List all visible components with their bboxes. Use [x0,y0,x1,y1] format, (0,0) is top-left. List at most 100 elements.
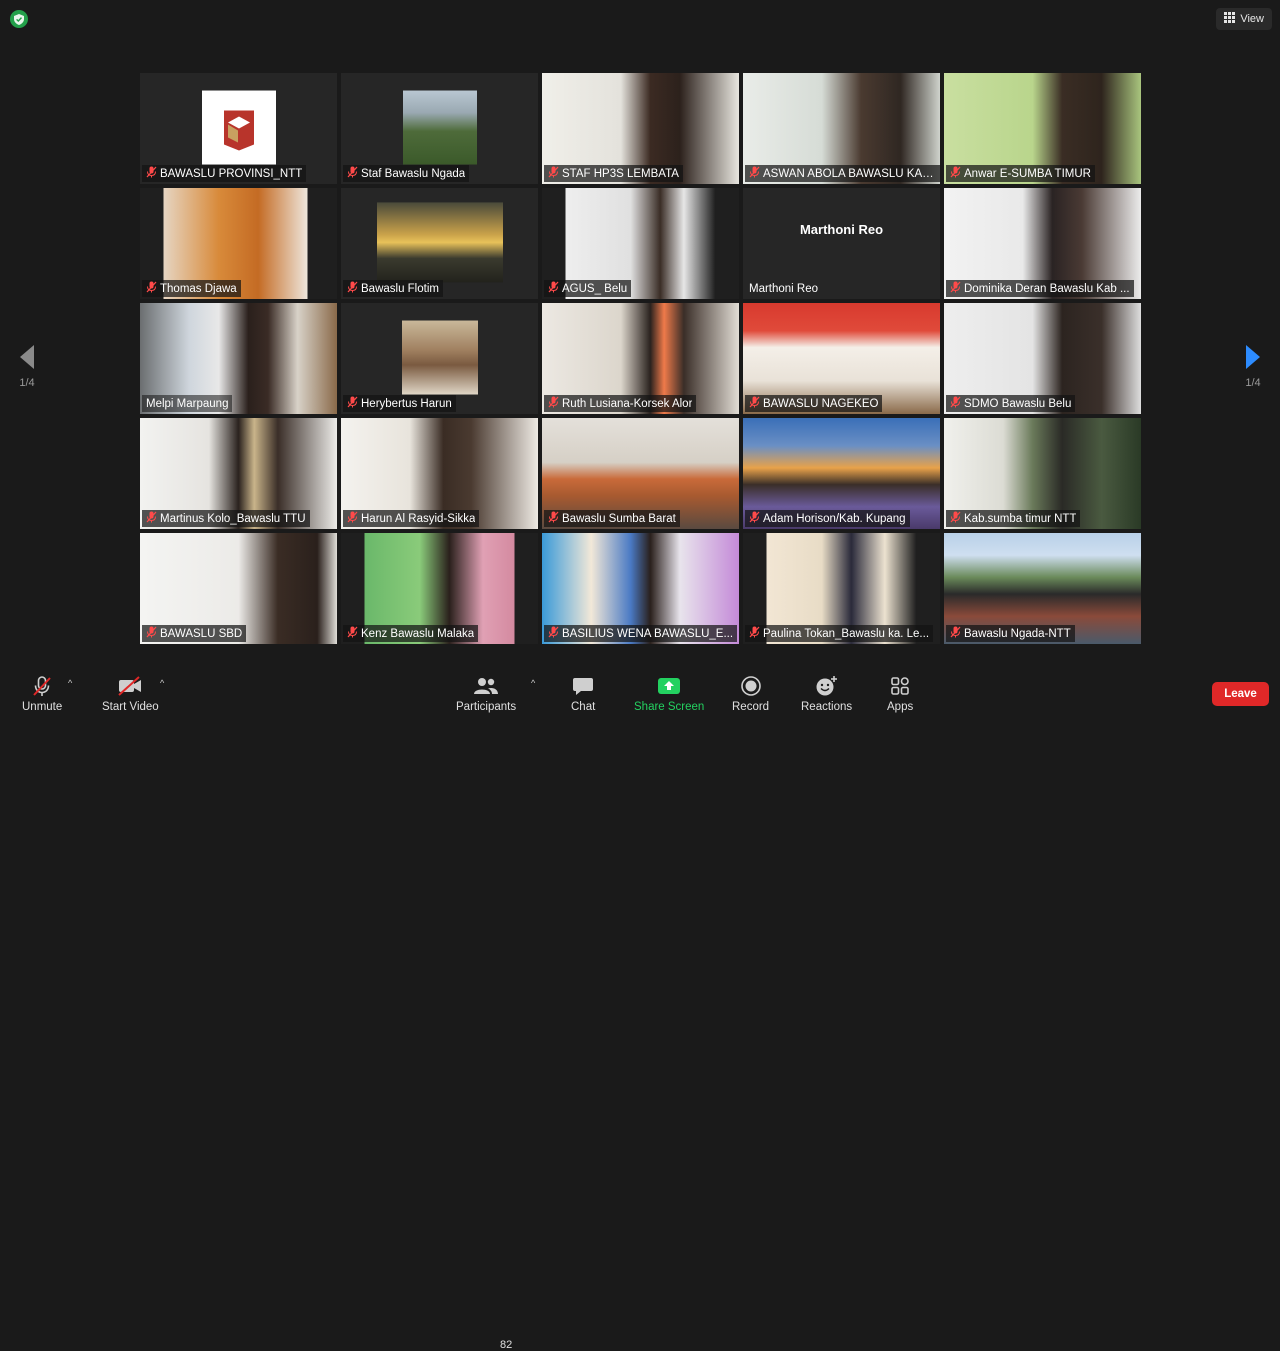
participant-name-label: ASWAN ABOLA BAWASLU KAB... [745,165,940,182]
record-button[interactable]: Record [732,674,769,713]
participant-name-label: AGUS_ Belu [544,280,632,297]
participant-name-label: SDMO Bawaslu Belu [946,395,1076,412]
participant-tile[interactable]: Anwar E-SUMBA TIMUR [944,73,1141,184]
page-indicator-left: 1/4 [19,377,35,389]
start-video-button[interactable]: Start Video [102,674,159,713]
muted-mic-icon [548,396,559,411]
participant-name-label: Herybertus Harun [343,395,456,412]
share-screen-icon [657,674,681,698]
muted-mic-icon [347,511,358,526]
participant-tile[interactable]: Paulina Tokan_Bawaslu ka. Le... [743,533,940,644]
participant-tile[interactable]: Bawaslu Sumba Barat [542,418,739,529]
muted-mic-icon [749,626,760,641]
participant-name-label: Ruth Lusiana-Korsek Alor [544,395,697,412]
muted-mic-icon [950,281,961,296]
muted-mic-icon [749,166,760,181]
muted-mic-icon [548,511,559,526]
participant-name-label: Harun Al Rasyid-Sikka [343,510,480,527]
leave-button[interactable]: Leave [1212,682,1269,706]
participant-name-label: BAWASLU SBD [142,625,247,642]
unmute-button[interactable]: Unmute [22,674,62,713]
participant-name-label: Martinus Kolo_Bawaslu TTU [142,510,310,527]
unmute-label: Unmute [22,701,63,713]
profile-picture [402,90,477,165]
audio-options-caret-icon[interactable]: ^ [68,678,72,688]
chat-bubble-icon [572,674,594,698]
muted-mic-icon [347,396,358,411]
participant-tile-active-speaker[interactable]: Melpi Marpaung [140,303,337,414]
participant-tile[interactable]: BAWASLU PROVINSI_NTT [140,73,337,184]
participant-tile[interactable]: ASWAN ABOLA BAWASLU KAB... [743,73,940,184]
muted-mic-icon [347,626,358,641]
reactions-button[interactable]: Reactions [801,674,852,713]
muted-mic-icon [548,626,559,641]
previous-page-button[interactable]: 1/4 [12,345,42,389]
apps-icon [889,674,911,698]
participant-tile[interactable]: Adam Horison/Kab. Kupang [743,418,940,529]
participant-name-label: Bawaslu Flotim [343,280,443,297]
next-page-button[interactable]: 1/4 [1238,345,1268,389]
participant-tile[interactable]: BAWASLU SBD [140,533,337,644]
participant-tile[interactable]: Kenz Bawaslu Malaka [341,533,538,644]
muted-mic-icon [950,396,961,411]
participant-tile[interactable]: Bawaslu Ngada-NTT [944,533,1141,644]
participant-tile[interactable]: BAWASLU NAGEKEO [743,303,940,414]
security-shield-icon[interactable] [10,10,28,28]
muted-mic-icon [146,166,157,181]
smiley-plus-icon [815,674,839,698]
view-button[interactable]: View [1216,8,1272,30]
participant-tile[interactable]: Ruth Lusiana-Korsek Alor [542,303,739,414]
muted-mic-icon [146,626,157,641]
chevron-left-icon [20,345,34,369]
muted-mic-icon [347,281,358,296]
participants-button[interactable]: Participants [456,674,516,713]
participant-name-label: Marthoni Reo [749,282,819,295]
muted-mic-icon [548,281,559,296]
participant-name-label: Dominika Deran Bawaslu Kab ... [946,280,1134,297]
start-video-label: Start Video [102,701,159,713]
profile-picture [401,320,478,395]
record-label: Record [732,701,770,713]
participant-name-label: BASILIUS WENA BAWASLU_E... [544,625,738,642]
apps-label: Apps [887,701,914,713]
record-icon [740,674,762,698]
chevron-right-icon [1246,345,1260,369]
muted-mic-icon [950,166,961,181]
meeting-toolbar: Unmute ^ Start Video ^ Participants 82 ^… [0,662,1280,1351]
participant-display-name: Marthoni Reo [799,222,884,237]
share-screen-label: Share Screen [634,701,705,713]
participant-tile[interactable]: Harun Al Rasyid-Sikka [341,418,538,529]
page-indicator-right: 1/4 [1245,377,1261,389]
participant-tile[interactable]: Staf Bawaslu Ngada [341,73,538,184]
participant-tile[interactable]: Herybertus Harun [341,303,538,414]
muted-mic-icon [749,396,760,411]
participant-tile[interactable]: BASILIUS WENA BAWASLU_E... [542,533,739,644]
profile-picture [376,201,503,282]
participant-name-label: Bawaslu Ngada-NTT [946,625,1075,642]
participant-tile[interactable]: Dominika Deran Bawaslu Kab ... [944,188,1141,299]
muted-mic-icon [146,281,157,296]
muted-mic-icon [548,166,559,181]
gallery-grid: BAWASLU PROVINSI_NTT Staf Bawaslu Ngada … [140,73,1141,645]
video-off-icon [117,674,143,698]
muted-mic-icon [950,511,961,526]
participant-name-label: Kab.sumba timur NTT [946,510,1081,527]
participant-tile[interactable]: AGUS_ Belu [542,188,739,299]
participant-tile[interactable]: Kab.sumba timur NTT [944,418,1141,529]
participants-options-caret-icon[interactable]: ^ [531,678,535,688]
participant-tile[interactable]: Thomas Djawa [140,188,337,299]
muted-mic-icon [347,166,358,181]
share-screen-button[interactable]: Share Screen [634,674,704,713]
participant-tile[interactable]: Bawaslu Flotim [341,188,538,299]
view-label: View [1240,13,1264,25]
participant-tile[interactable]: SDMO Bawaslu Belu [944,303,1141,414]
muted-microphone-icon [31,674,53,698]
video-options-caret-icon[interactable]: ^ [160,678,164,688]
participant-name-label: BAWASLU NAGEKEO [745,395,883,412]
participants-count: 82 [500,1339,513,1351]
apps-button[interactable]: Apps [887,674,913,713]
participant-tile[interactable]: Martinus Kolo_Bawaslu TTU [140,418,337,529]
chat-button[interactable]: Chat [571,674,595,713]
participant-tile[interactable]: STAF HP3S LEMBATA [542,73,739,184]
participant-tile[interactable]: Marthoni Reo Marthoni Reo [743,188,940,299]
